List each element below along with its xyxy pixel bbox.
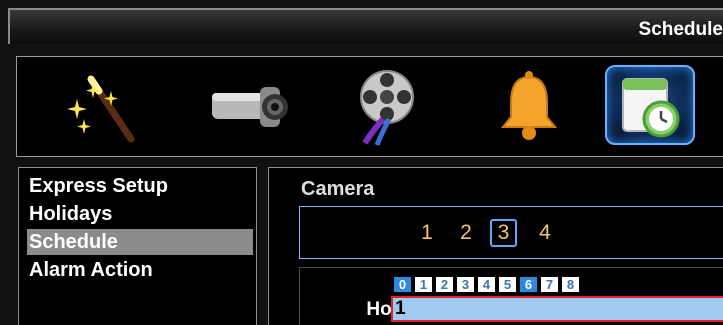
hour-header-3: 3 (457, 277, 474, 292)
hour-header-0: 0 (394, 277, 411, 292)
calendar-clock-icon (622, 78, 680, 138)
camera-label: Camera (301, 178, 375, 200)
app-window: Schedule Express Setup Holidays Schedule… (0, 0, 723, 325)
schedule-panel: Camera 1 2 3 4 0 1 2 3 4 5 6 7 8 Hol 1 (268, 167, 723, 325)
hour-header-8: 8 (562, 277, 579, 292)
hour-header-5: 5 (499, 277, 516, 292)
schedule-row-holiday[interactable]: 1 (391, 296, 723, 322)
hour-header-6: 6 (520, 277, 537, 292)
camera-option-1[interactable]: 1 (415, 220, 439, 246)
schedule-grid: 0 1 2 3 4 5 6 7 8 Hol 1 (299, 267, 723, 325)
toolbar-playback[interactable] (341, 61, 433, 153)
camera-option-4[interactable]: 4 (533, 220, 557, 246)
camera-option-2[interactable]: 2 (454, 220, 478, 246)
window-title: Schedule (638, 19, 723, 40)
toolbar-camera[interactable] (200, 61, 292, 153)
menu-item-schedule[interactable]: Schedule (27, 229, 253, 255)
title-bar: Schedule (8, 8, 723, 44)
bell-icon (500, 71, 558, 140)
toolbar-schedule[interactable] (603, 61, 695, 153)
side-menu: Express Setup Holidays Schedule Alarm Ac… (18, 167, 257, 325)
camera-selector: 1 2 3 4 (299, 206, 723, 259)
camera-icon (212, 87, 288, 127)
menu-item-express-setup[interactable]: Express Setup (27, 173, 253, 199)
toolbar-setup-wizard[interactable] (59, 61, 151, 153)
film-reel-icon (360, 70, 414, 146)
hour-header-4: 4 (478, 277, 495, 292)
row-label-holiday: Hol (366, 299, 397, 320)
camera-option-3[interactable]: 3 (490, 219, 517, 247)
main-icon-toolbar (16, 56, 723, 157)
hour-header-2: 2 (436, 277, 453, 292)
hour-header-7: 7 (541, 277, 558, 292)
toolbar-alarm[interactable] (483, 61, 575, 153)
menu-item-holidays[interactable]: Holidays (27, 201, 253, 227)
menu-item-alarm-action[interactable]: Alarm Action (27, 257, 253, 283)
hour-header-1: 1 (415, 277, 432, 292)
setup-wizard-icon (67, 75, 135, 143)
